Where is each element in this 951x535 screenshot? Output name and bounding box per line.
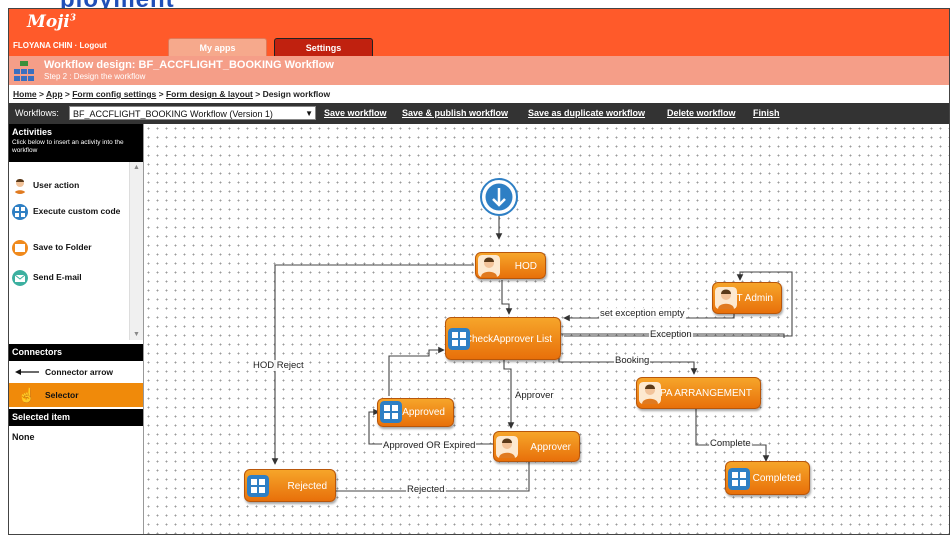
- chevron-down-icon: ▼: [305, 109, 313, 118]
- breadcrumb: Home > App > Form config settings > Form…: [9, 85, 949, 103]
- arrow-left-icon: [15, 369, 39, 375]
- header-overflow-text: ployment: [0, 0, 951, 8]
- logout-link[interactable]: Logout: [80, 41, 107, 50]
- user-icon: [639, 382, 661, 404]
- node-hod[interactable]: HOD: [475, 252, 546, 279]
- workflows-label: Workflows:: [15, 108, 59, 118]
- activities-scrollbar[interactable]: ▲ ▼: [129, 162, 143, 340]
- workflow-select[interactable]: BF_ACCFLIGHT_BOOKING Workflow (Version 1…: [69, 106, 316, 120]
- user-name: FLOYANA CHIN: [13, 41, 73, 50]
- activities-header: Activities Click below to insert an acti…: [9, 124, 143, 162]
- edge-check-approver: [503, 356, 515, 429]
- edge-label-approver: Approver: [514, 390, 555, 401]
- selected-item-header: Selected item: [9, 409, 143, 426]
- breadcrumb-app[interactable]: App: [46, 89, 63, 99]
- moji-logo: Moji3: [27, 12, 77, 32]
- workflow-canvas[interactable]: HOD Reject set exception empty Exception…: [144, 124, 949, 534]
- user-icon: [478, 255, 500, 277]
- design-header: Workflow design: BF_ACCFLIGHT_BOOKING Wo…: [9, 56, 949, 85]
- user-info: FLOYANA CHIN · Logout: [13, 41, 107, 50]
- code-icon: [728, 468, 750, 490]
- scroll-down-icon[interactable]: ▼: [133, 331, 140, 338]
- workflow-icon: [14, 61, 34, 81]
- edge-label-rejected: Rejected: [406, 484, 446, 495]
- node-rejected[interactable]: Rejected: [244, 469, 336, 502]
- connectors-header: Connectors: [9, 344, 143, 361]
- node-completed[interactable]: Completed: [725, 461, 810, 495]
- workflow-select-value: BF_ACCFLIGHT_BOOKING Workflow (Version 1…: [73, 109, 273, 119]
- code-icon: [380, 401, 402, 423]
- activities-title: Activities: [12, 127, 53, 137]
- delete-workflow-link[interactable]: Delete workflow: [667, 108, 736, 118]
- save-duplicate-link[interactable]: Save as duplicate workflow: [528, 108, 645, 118]
- edge-label-hod-reject: HOD Reject: [252, 360, 305, 371]
- tab-settings[interactable]: Settings: [274, 38, 373, 57]
- user-icon: [715, 287, 737, 309]
- node-approved[interactable]: Approved: [377, 398, 454, 427]
- user-icon: [496, 436, 518, 458]
- node-check-approver[interactable]: CheckApprover List: [445, 317, 561, 360]
- save-publish-link[interactable]: Save & publish workflow: [402, 108, 508, 118]
- node-approver[interactable]: Approver: [493, 431, 580, 462]
- workflow-toolbar: Workflows: BF_ACCFLIGHT_BOOKING Workflow…: [9, 103, 949, 124]
- code-icon: [12, 204, 28, 220]
- scroll-up-icon[interactable]: ▲: [133, 164, 140, 171]
- activities-hint: Click below to insert an activity into t…: [12, 139, 124, 154]
- activities-list: User action Execute custom code Save to …: [9, 162, 129, 340]
- finish-link[interactable]: Finish: [753, 108, 780, 118]
- folder-icon: [12, 240, 28, 256]
- sidebar: Activities Click below to insert an acti…: [9, 124, 144, 534]
- user-icon: [14, 179, 26, 194]
- edge-label-booking: Booking: [614, 355, 651, 366]
- breadcrumb-form-design[interactable]: Form design & layout: [166, 89, 253, 99]
- edge-pa-completed: [695, 409, 770, 462]
- breadcrumb-home[interactable]: Home: [13, 89, 37, 99]
- edge-hod-check: [501, 280, 513, 315]
- email-icon: [12, 270, 28, 286]
- breadcrumb-form-config[interactable]: Form config settings: [72, 89, 156, 99]
- edge-label-approved-or-expired: Approved OR Expired: [382, 440, 477, 451]
- edge-label-complete: Complete: [709, 438, 752, 449]
- top-bar: Moji3 FLOYANA CHIN · Logout My apps Sett…: [9, 9, 949, 57]
- edge-label-exception: Exception: [649, 329, 693, 340]
- node-pa-arrangement[interactable]: PA ARRANGEMENT: [636, 377, 761, 409]
- breadcrumb-current: Design workflow: [262, 89, 331, 99]
- page-title: Workflow design: BF_ACCFLIGHT_BOOKING Wo…: [44, 59, 334, 71]
- connector-arrow-tool[interactable]: Connector arrow: [9, 361, 143, 383]
- edge-hod-reject: [271, 264, 474, 465]
- edge-label-set-exception: set exception empty: [599, 308, 686, 319]
- code-icon: [448, 328, 470, 350]
- save-workflow-link[interactable]: Save workflow: [324, 108, 387, 118]
- tab-my-apps[interactable]: My apps: [168, 38, 267, 57]
- hand-pointer-icon: ☝: [18, 387, 36, 403]
- edge-approved-check: [388, 346, 445, 396]
- page-subtitle: Step 2 : Design the workflow: [44, 72, 146, 81]
- node-it-admin[interactable]: IT Admin: [712, 282, 782, 314]
- code-icon: [247, 475, 269, 497]
- selected-item-value: None: [12, 432, 35, 442]
- app-window: Moji3 FLOYANA CHIN · Logout My apps Sett…: [8, 8, 950, 535]
- selector-tool[interactable]: ☝ Selector: [9, 383, 143, 407]
